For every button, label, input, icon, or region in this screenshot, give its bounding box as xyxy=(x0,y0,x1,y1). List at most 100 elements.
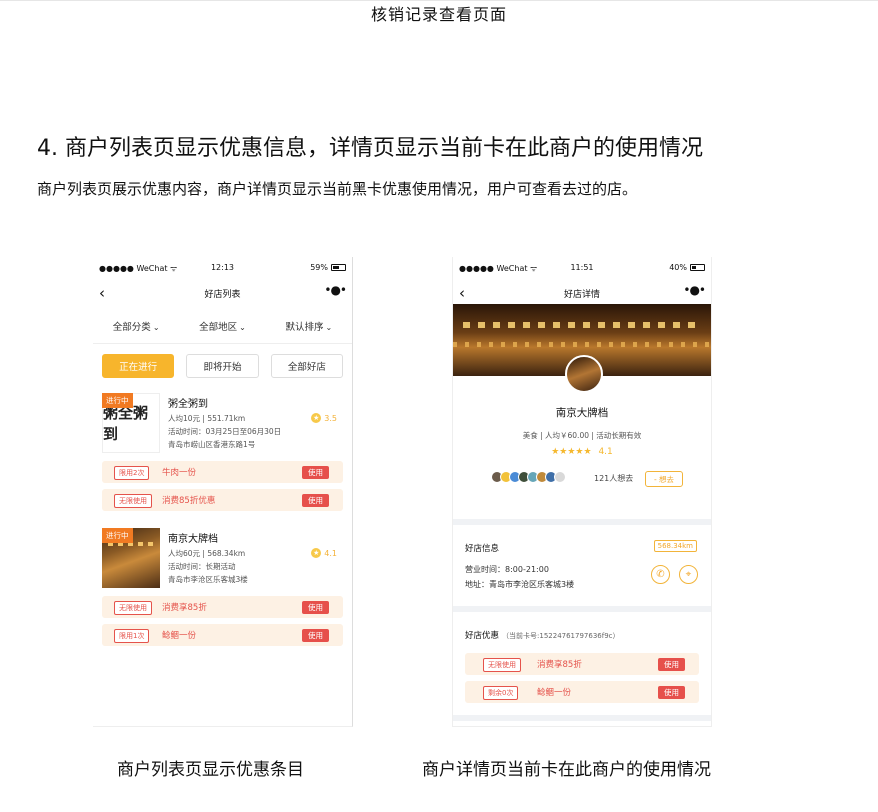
section-description: 商户列表页展示优惠内容，商户详情页显示当前黑卡优惠使用情况，用户可查看去过的店。 xyxy=(37,180,638,198)
divider xyxy=(93,343,352,344)
battery-icon xyxy=(331,264,346,271)
coupon-limit-tag: 无限使用 xyxy=(483,658,521,672)
visitor-avatars[interactable] xyxy=(491,471,566,483)
more-icon[interactable]: •●• xyxy=(683,283,706,297)
coupon-row: 无限使用 消费85折优惠 使用 xyxy=(102,489,343,511)
want-to-go-button[interactable]: - 想去 xyxy=(645,471,683,487)
status-bar: ●●●●● WeChat ᯤ 11:51 40% xyxy=(459,263,705,275)
offers-heading: 好店优惠 xyxy=(465,631,500,641)
filter-label: 全部分类 xyxy=(112,322,151,333)
filter-label: 默认排序 xyxy=(285,322,324,333)
shop-detail-screen: ●●●●● WeChat ᯤ 11:51 40% ‹ 好店详情 •●• 南京大牌… xyxy=(452,257,712,727)
status-bar: ●●●●● WeChat ᯤ 12:13 59% xyxy=(99,263,346,275)
chevron-down-icon: ⌄ xyxy=(325,323,333,332)
visitor-avatar xyxy=(554,471,566,483)
star-icon: ★ xyxy=(311,413,322,423)
battery-level xyxy=(333,266,340,269)
shop-address: 地址：青岛市李沧区乐客城3楼 xyxy=(465,580,575,589)
use-button[interactable]: 使用 xyxy=(302,466,329,479)
tab-ongoing[interactable]: 正在进行 xyxy=(102,354,175,378)
battery: 59% xyxy=(310,263,346,272)
filter-sort[interactable]: 默认排序 ⌄ xyxy=(285,319,332,333)
section-divider xyxy=(453,519,711,525)
status-badge: 进行中 xyxy=(102,528,133,543)
want-to-go-count: 121人想去 xyxy=(594,474,634,483)
coupon-limit-tag: 无限使用 xyxy=(114,494,152,508)
coupon-row: 限用1次 鲶鲴一份 使用 xyxy=(102,624,343,646)
card-number: （当前卡号:15224761797636f9c） xyxy=(502,632,620,640)
shop-avatar xyxy=(565,355,603,393)
caption-left: 商户列表页显示优惠条目 xyxy=(117,760,304,780)
battery: 40% xyxy=(669,263,705,272)
rating-value: 4.1 xyxy=(598,447,613,457)
shop-rating: ★★★★★ 4.1 xyxy=(453,447,711,457)
page-title: 好店列表 xyxy=(204,290,241,300)
coupon-limit-tag: 剩余0次 xyxy=(483,686,519,700)
clock: 11:51 xyxy=(570,263,594,272)
shop-thumbnail: 进行中 xyxy=(102,528,160,588)
phone-icon[interactable]: ✆ xyxy=(651,565,670,584)
filter-label: 全部地区 xyxy=(199,322,238,333)
shop-activity-time: 活动时间：长期活动 xyxy=(168,562,236,571)
battery-icon xyxy=(690,264,705,271)
shop-card[interactable]: 进行中 南京大牌档 人均60元 | 568.34km 活动时间：长期活动 青岛市… xyxy=(102,528,343,590)
battery-percent: 40% xyxy=(669,263,687,272)
location-icon[interactable]: ⌖ xyxy=(679,565,698,584)
distance-badge: 568.34km xyxy=(653,540,697,552)
shop-name: 南京大牌档 xyxy=(168,534,218,545)
battery-level xyxy=(692,266,697,269)
use-button[interactable]: 使用 xyxy=(302,601,329,614)
page-title: 好店详情 xyxy=(563,290,600,300)
shop-name: 粥全粥到 xyxy=(168,399,208,410)
shop-activity-time: 活动时间：03月25日至06月30日 xyxy=(168,427,282,436)
use-button[interactable]: 使用 xyxy=(658,686,685,699)
section-divider xyxy=(453,715,711,721)
battery-percent: 59% xyxy=(310,263,328,272)
tab-all-shops[interactable]: 全部好店 xyxy=(270,354,343,378)
coupon-row: 无限使用 消费享85折 使用 xyxy=(465,653,699,675)
shop-rating: ★ 3.5 xyxy=(311,413,337,423)
nav-bar: ‹ 好店列表 •●• xyxy=(93,282,352,304)
shop-thumbnail: 进行中 粥全粥到 xyxy=(102,393,160,453)
rating-value: 4.1 xyxy=(324,548,337,558)
tab-upcoming[interactable]: 即将开始 xyxy=(186,354,259,378)
shop-meta: 美食 | 人均￥60.00 | 活动长期有效 xyxy=(522,431,642,440)
status-tabs: 正在进行 即将开始 全部好店 xyxy=(102,354,343,378)
use-button[interactable]: 使用 xyxy=(302,494,329,507)
more-icon[interactable]: •●• xyxy=(324,283,347,297)
shop-address: 青岛市李沧区乐客城3楼 xyxy=(168,575,248,584)
coupon-limit-tag: 限用2次 xyxy=(114,466,150,480)
shop-price-distance: 人均60元 | 568.34km xyxy=(168,549,246,558)
chevron-down-icon: ⌄ xyxy=(152,323,160,332)
star-rating-icon: ★★★★★ xyxy=(551,447,592,457)
coupon-desc: 消费享85折 xyxy=(537,660,582,670)
coupon-desc: 鲶鲴一份 xyxy=(537,688,572,698)
shop-offers-title: 好店优惠 （当前卡号:15224761797636f9c） xyxy=(465,629,620,641)
clock: 12:13 xyxy=(210,263,235,272)
filter-bar: 全部分类 ⌄ 全部地区 ⌄ 默认排序 ⌄ xyxy=(93,319,352,333)
coupon-desc: 消费享85折 xyxy=(162,603,207,613)
shop-price-distance: 人均10元 | 551.71km xyxy=(168,414,246,423)
shop-name: 南京大牌档 xyxy=(555,407,609,419)
coupon-desc: 鲶鲴一份 xyxy=(162,631,197,641)
shop-address: 青岛市崂山区香港东路1号 xyxy=(168,440,256,449)
coupon-limit-tag: 限用1次 xyxy=(114,629,150,643)
coupon-row: 限用2次 牛肉一份 使用 xyxy=(102,461,343,483)
status-badge: 进行中 xyxy=(102,393,133,408)
section-divider xyxy=(453,606,711,612)
shop-info-title: 好店信息 xyxy=(465,544,500,554)
filter-category[interactable]: 全部分类 ⌄ xyxy=(113,319,160,333)
shop-card[interactable]: 进行中 粥全粥到 粥全粥到 人均10元 | 551.71km 活动时间：03月2… xyxy=(102,393,343,455)
coupon-desc: 消费85折优惠 xyxy=(162,496,216,506)
rating-value: 3.5 xyxy=(324,413,337,423)
section-heading: 4. 商户列表页显示优惠信息，详情页显示当前卡在此商户的使用情况 xyxy=(37,136,703,161)
doc-title: 核销记录查看页面 xyxy=(370,5,507,24)
shop-rating: ★ 4.1 xyxy=(311,548,337,558)
business-hours: 营业时间：8:00-21:00 xyxy=(465,565,549,574)
use-button[interactable]: 使用 xyxy=(302,629,329,642)
filter-region[interactable]: 全部地区 ⌄ xyxy=(199,319,246,333)
coupon-row: 无限使用 消费享85折 使用 xyxy=(102,596,343,618)
use-button[interactable]: 使用 xyxy=(658,658,685,671)
caption-right: 商户详情页当前卡在此商户的使用情况 xyxy=(422,760,711,780)
coupon-limit-tag: 无限使用 xyxy=(114,601,152,615)
